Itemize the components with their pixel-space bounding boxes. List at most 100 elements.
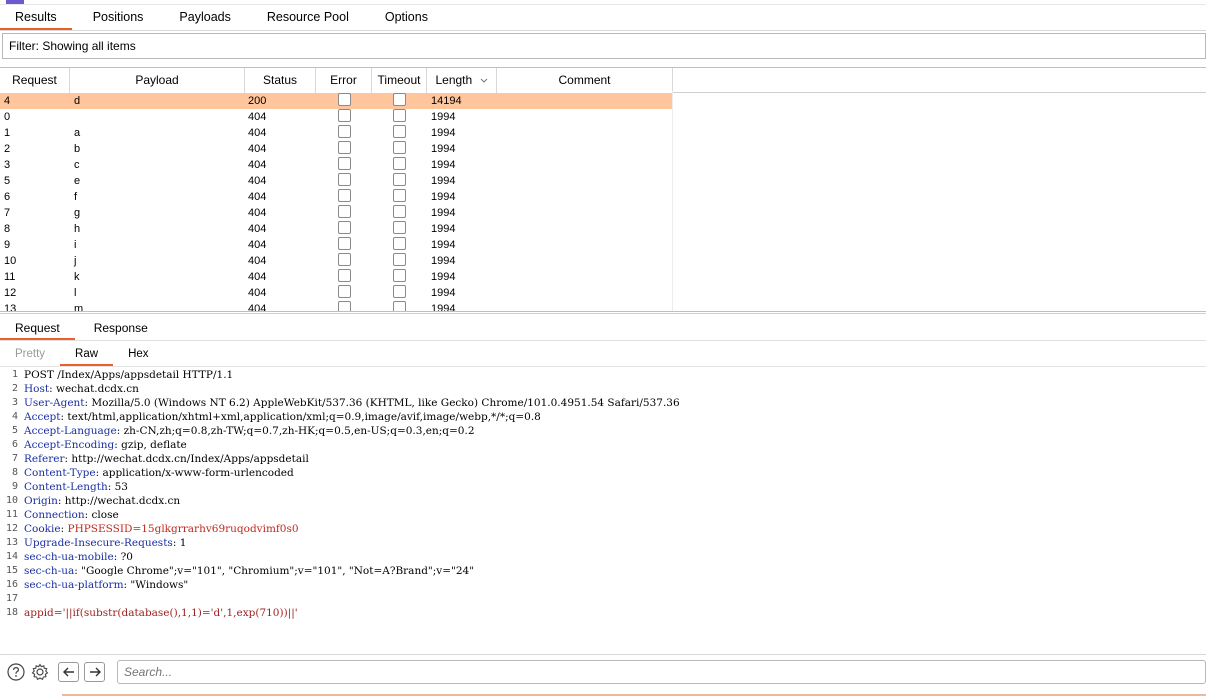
column-header-comment[interactable]: Comment [497, 68, 673, 93]
cell-status: 404 [248, 287, 267, 299]
timeout-checkbox[interactable] [393, 269, 406, 283]
cell-status: 404 [248, 255, 267, 267]
view-mode-tabs: Pretty Raw Hex [0, 345, 164, 366]
splitter-handle[interactable] [0, 311, 1206, 314]
cell-payload: l [74, 287, 77, 299]
timeout-checkbox[interactable] [393, 189, 406, 203]
cell-timeout [372, 253, 427, 269]
table-row[interactable]: 0 404 1994 [0, 109, 1206, 125]
cell-status: 404 [248, 159, 267, 171]
line-number: 9 [11, 481, 18, 492]
cell-comment [497, 221, 672, 237]
error-checkbox[interactable] [337, 125, 351, 139]
line-content: Accept-Language: zh-CN,zh;q=0.8,zh-TW;q=… [24, 425, 475, 437]
tab-resource-pool[interactable]: Resource Pool [252, 5, 364, 30]
error-checkbox[interactable] [337, 253, 351, 267]
column-header-request[interactable]: Request [0, 68, 70, 93]
column-header-error[interactable]: Error [316, 68, 372, 93]
editor-line: 18 appid='||if(substr(database(),1,1)='d'… [0, 606, 1206, 620]
search-input[interactable] [117, 660, 1206, 684]
table-row[interactable]: 12 l 404 1994 [0, 285, 1206, 301]
timeout-checkbox[interactable] [393, 93, 406, 107]
error-checkbox[interactable] [337, 301, 351, 311]
timeout-checkbox[interactable] [393, 301, 406, 311]
table-row[interactable]: 11 k 404 1994 [0, 269, 1206, 285]
column-header-timeout[interactable]: Timeout [372, 68, 427, 93]
tab-hex[interactable]: Hex [113, 345, 163, 366]
timeout-checkbox[interactable] [393, 125, 406, 139]
gear-icon[interactable] [30, 662, 50, 682]
error-checkbox[interactable] [337, 173, 351, 187]
error-checkbox[interactable] [337, 205, 351, 219]
cell-status: 404 [248, 303, 267, 311]
cell-error [316, 189, 372, 205]
cell-length: 1994 [431, 191, 456, 203]
header-name: Connection [24, 509, 85, 521]
line-number: 8 [11, 467, 18, 478]
arrow-right-icon[interactable] [84, 662, 105, 682]
table-row[interactable]: 4 d 200 14194 [0, 93, 673, 109]
line-number: 6 [11, 439, 18, 450]
table-row[interactable]: 7 g 404 1994 [0, 205, 1206, 221]
tab-pretty[interactable]: Pretty [0, 345, 60, 366]
help-icon[interactable] [6, 662, 26, 682]
table-row[interactable]: 8 h 404 1994 [0, 221, 1206, 237]
timeout-checkbox[interactable] [393, 253, 406, 267]
cell-error [316, 125, 372, 141]
tab-options[interactable]: Options [370, 5, 443, 30]
line-content: Cookie: PHPSESSID=15glkgrrarhv69ruqodvim… [24, 523, 299, 535]
tab-raw[interactable]: Raw [60, 345, 114, 366]
error-checkbox[interactable] [337, 109, 351, 123]
column-header-payload[interactable]: Payload [70, 68, 245, 93]
cell-error [316, 157, 372, 173]
tab-positions[interactable]: Positions [78, 5, 159, 30]
cell-payload: f [74, 191, 78, 203]
cell-timeout [372, 173, 427, 189]
timeout-checkbox[interactable] [393, 205, 406, 219]
cell-timeout [372, 237, 427, 253]
cell-request: 9 [4, 239, 11, 251]
column-header-status[interactable]: Status [245, 68, 316, 93]
editor-line: 11 Connection: close [0, 508, 1206, 522]
timeout-checkbox[interactable] [393, 237, 406, 251]
line-content: Content-Type: application/x-www-form-url… [24, 467, 294, 479]
cell-payload: b [74, 143, 81, 155]
timeout-checkbox[interactable] [393, 109, 406, 123]
error-checkbox[interactable] [337, 269, 351, 283]
arrow-left-icon[interactable] [58, 662, 79, 682]
line-number: 13 [5, 537, 18, 548]
cell-timeout [372, 221, 427, 237]
tab-response[interactable]: Response [79, 318, 163, 340]
cell-comment [497, 205, 672, 221]
column-header-length-label: Length [435, 73, 473, 87]
request-editor[interactable]: 1 POST /Index/Apps/appsdetail HTTP/1.1 2 Ho… [0, 368, 1206, 653]
column-header-length[interactable]: Length [427, 68, 497, 93]
error-checkbox[interactable] [337, 285, 351, 299]
error-checkbox[interactable] [337, 237, 351, 251]
editor-line: 16 sec-ch-ua-platform: "Windows" [0, 578, 1206, 592]
error-checkbox[interactable] [337, 189, 351, 203]
timeout-checkbox[interactable] [393, 285, 406, 299]
table-row[interactable]: 13 m 404 1994 [0, 301, 1206, 311]
timeout-checkbox[interactable] [393, 173, 406, 187]
timeout-checkbox[interactable] [393, 141, 406, 155]
timeout-checkbox[interactable] [393, 221, 406, 235]
table-row[interactable]: 3 c 404 1994 [0, 157, 1206, 173]
cell-payload: g [74, 207, 81, 219]
table-row[interactable]: 1 a 404 1994 [0, 125, 1206, 141]
table-row[interactable]: 2 b 404 1994 [0, 141, 1206, 157]
tab-payloads[interactable]: Payloads [164, 5, 245, 30]
table-row[interactable]: 9 i 404 1994 [0, 237, 1206, 253]
table-row[interactable]: 5 e 404 1994 [0, 173, 1206, 189]
error-checkbox[interactable] [337, 93, 351, 107]
timeout-checkbox[interactable] [393, 157, 406, 171]
error-checkbox[interactable] [337, 221, 351, 235]
tab-request[interactable]: Request [0, 318, 75, 340]
table-row[interactable]: 10 j 404 1994 [0, 253, 1206, 269]
error-checkbox[interactable] [337, 157, 351, 171]
error-checkbox[interactable] [337, 141, 351, 155]
cell-comment [497, 173, 672, 189]
tab-results[interactable]: Results [0, 5, 72, 30]
table-row[interactable]: 6 f 404 1994 [0, 189, 1206, 205]
filter-bar[interactable]: Filter: Showing all items [2, 33, 1206, 59]
